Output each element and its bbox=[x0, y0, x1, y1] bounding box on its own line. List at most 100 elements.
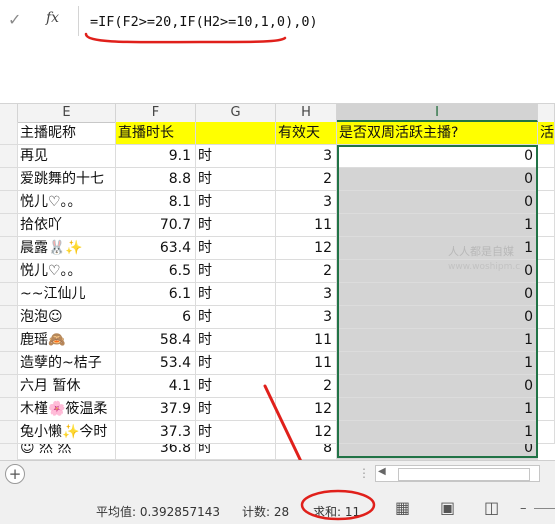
cell-j[interactable] bbox=[538, 421, 555, 444]
row-header[interactable] bbox=[0, 283, 18, 306]
cell-name[interactable]: 泡泡☺ bbox=[18, 306, 116, 329]
row-header[interactable] bbox=[0, 145, 18, 168]
cell-days[interactable]: 3 bbox=[276, 283, 337, 306]
row-header[interactable] bbox=[0, 398, 18, 421]
cell-active[interactable]: 0 bbox=[337, 306, 538, 329]
cell-name[interactable]: 爱跳舞的十七 bbox=[18, 168, 116, 191]
cell-name[interactable]: 晨露🐰✨ bbox=[18, 237, 116, 260]
cell-j[interactable] bbox=[538, 283, 555, 306]
cell-name[interactable]: 兔小懒✨今时 bbox=[18, 421, 116, 444]
cell-days[interactable]: 3 bbox=[276, 306, 337, 329]
cell-j[interactable] bbox=[538, 306, 555, 329]
row-header[interactable] bbox=[0, 168, 18, 191]
tab-splitter-icon[interactable]: ⋮ bbox=[358, 466, 370, 480]
check-icon[interactable]: ✓ bbox=[8, 10, 21, 29]
cell-hours[interactable]: 36.8 bbox=[116, 444, 196, 460]
cell-name[interactable]: 拾依吖 bbox=[18, 214, 116, 237]
cell-j[interactable] bbox=[538, 352, 555, 375]
row-header[interactable] bbox=[0, 375, 18, 398]
cell-hours[interactable]: 8.1 bbox=[116, 191, 196, 214]
cell-hours[interactable]: 6.1 bbox=[116, 283, 196, 306]
formula-input[interactable]: =IF(F2>=20,IF(H2>=10,1,0),0) bbox=[90, 14, 318, 30]
scroll-left-icon[interactable]: ◀ bbox=[378, 466, 386, 477]
scrollbar-thumb[interactable] bbox=[398, 468, 530, 481]
fx-icon[interactable]: fx bbox=[46, 10, 59, 26]
select-all-corner[interactable] bbox=[0, 104, 18, 122]
cell-unit[interactable]: 时 bbox=[196, 260, 276, 283]
cell-unit[interactable]: 时 bbox=[196, 214, 276, 237]
cell-hours[interactable]: 58.4 bbox=[116, 329, 196, 352]
row-header[interactable] bbox=[0, 214, 18, 237]
cell-hours[interactable]: 53.4 bbox=[116, 352, 196, 375]
column-header-h[interactable]: H bbox=[276, 104, 337, 122]
cell-name[interactable]: 木槿🌸筱温柔 bbox=[18, 398, 116, 421]
cell-days[interactable]: 11 bbox=[276, 214, 337, 237]
cell-j[interactable] bbox=[538, 237, 555, 260]
cell-days[interactable]: 2 bbox=[276, 168, 337, 191]
cell-name[interactable]: 悦儿♡。。 bbox=[18, 260, 116, 283]
header-cell-hours[interactable]: 直播时长 bbox=[116, 122, 196, 145]
page-layout-view-icon[interactable]: ▣ bbox=[440, 498, 455, 517]
cell-unit[interactable]: 时 bbox=[196, 352, 276, 375]
cell-unit[interactable]: 时 bbox=[196, 283, 276, 306]
normal-view-icon[interactable]: ▦ bbox=[395, 498, 410, 517]
cell-j[interactable] bbox=[538, 375, 555, 398]
cell-unit[interactable]: 时 bbox=[196, 306, 276, 329]
cell-active[interactable]: 1 bbox=[337, 421, 538, 444]
cell-j[interactable] bbox=[538, 398, 555, 421]
row-header[interactable] bbox=[0, 329, 18, 352]
cell-hours[interactable]: 6.5 bbox=[116, 260, 196, 283]
cell-active[interactable]: 1 bbox=[337, 329, 538, 352]
cell-active[interactable]: 1 bbox=[337, 214, 538, 237]
column-header-f[interactable]: F bbox=[116, 104, 196, 122]
header-cell-g[interactable] bbox=[196, 122, 276, 145]
row-header[interactable] bbox=[0, 306, 18, 329]
add-sheet-icon[interactable]: + bbox=[5, 464, 25, 484]
cell-name[interactable]: ~~江仙儿 bbox=[18, 283, 116, 306]
zoom-slider[interactable] bbox=[534, 508, 555, 509]
cell-days[interactable]: 3 bbox=[276, 191, 337, 214]
row-header[interactable] bbox=[0, 260, 18, 283]
cell-name[interactable]: 鹿瑶🙈 bbox=[18, 329, 116, 352]
header-cell-active[interactable]: 是否双周活跃主播? bbox=[337, 122, 538, 145]
cell-days[interactable]: 11 bbox=[276, 329, 337, 352]
cell-days[interactable]: 11 bbox=[276, 352, 337, 375]
cell-unit[interactable]: 时 bbox=[196, 237, 276, 260]
cell-j[interactable] bbox=[538, 260, 555, 283]
cell-hours[interactable]: 9.1 bbox=[116, 145, 196, 168]
cell-name[interactable]: 造孽的~桔子 bbox=[18, 352, 116, 375]
cell-active[interactable]: 0 bbox=[337, 168, 538, 191]
cell-active[interactable]: 0 bbox=[337, 191, 538, 214]
cell-active[interactable]: 1 bbox=[337, 352, 538, 375]
row-header[interactable] bbox=[0, 444, 18, 460]
cell-days[interactable]: 3 bbox=[276, 145, 337, 168]
page-break-preview-icon[interactable]: ◫ bbox=[484, 498, 499, 517]
cell-name[interactable]: ☺ 然 然 bbox=[18, 444, 116, 460]
cell-hours[interactable]: 63.4 bbox=[116, 237, 196, 260]
cell-hours[interactable]: 8.8 bbox=[116, 168, 196, 191]
header-cell-days[interactable]: 有效天 bbox=[276, 122, 337, 145]
cell-hours[interactable]: 37.9 bbox=[116, 398, 196, 421]
column-header-g[interactable]: G bbox=[196, 104, 276, 122]
cell-j[interactable] bbox=[538, 191, 555, 214]
cell-hours[interactable]: 37.3 bbox=[116, 421, 196, 444]
cell-days[interactable]: 2 bbox=[276, 260, 337, 283]
cell-name[interactable]: 悦儿♡。。 bbox=[18, 191, 116, 214]
cell-active[interactable]: 1 bbox=[337, 398, 538, 421]
cell-name[interactable]: 六月 暂休 bbox=[18, 375, 116, 398]
row-header[interactable] bbox=[0, 122, 18, 145]
cell-active[interactable]: 0 bbox=[337, 375, 538, 398]
cell-active[interactable]: 0 bbox=[337, 444, 538, 460]
cell-unit[interactable]: 时 bbox=[196, 168, 276, 191]
header-cell-j[interactable]: 活 bbox=[538, 122, 555, 145]
cell-unit[interactable]: 时 bbox=[196, 145, 276, 168]
cell-name[interactable]: 再见 bbox=[18, 145, 116, 168]
row-header[interactable] bbox=[0, 191, 18, 214]
cell-hours[interactable]: 70.7 bbox=[116, 214, 196, 237]
cell-j[interactable] bbox=[538, 214, 555, 237]
cell-unit[interactable]: 时 bbox=[196, 329, 276, 352]
row-header[interactable] bbox=[0, 421, 18, 444]
column-header-i[interactable]: I bbox=[337, 104, 538, 122]
header-cell-name[interactable]: 主播昵称 bbox=[18, 122, 116, 145]
row-header[interactable] bbox=[0, 352, 18, 375]
